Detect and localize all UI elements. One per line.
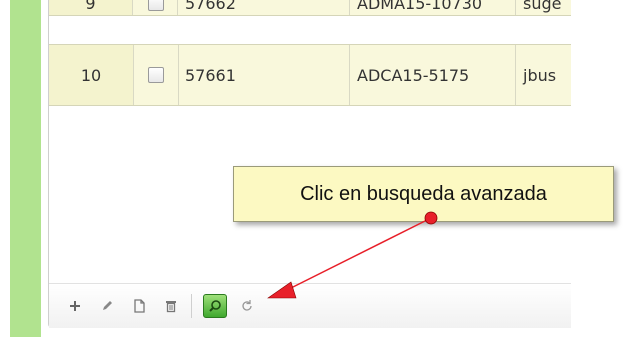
cell-code: ADMA15-10730 (351, 0, 516, 15)
delete-button[interactable] (161, 296, 181, 316)
trash-icon (166, 301, 176, 313)
cell-id: 57661 (179, 45, 350, 105)
cell-user: suge (523, 0, 562, 13)
cell-id: 57662 (179, 0, 350, 15)
annotation-callout: Clic en busqueda avanzada (233, 166, 614, 222)
row-checkbox-cell (134, 45, 179, 105)
plus-icon (70, 301, 80, 311)
row-checkbox-cell (134, 0, 178, 15)
refresh-button[interactable] (237, 296, 257, 316)
row-number: 9 (49, 0, 133, 15)
table-row[interactable]: 10 57661 ADCA15-5175 jbus (49, 44, 571, 106)
row-number: 10 (49, 45, 134, 105)
toolbar-separator (191, 294, 192, 318)
advanced-search-button[interactable] (203, 294, 227, 318)
table-row[interactable]: 9 57662 ADMA15-10730 suge (49, 0, 571, 16)
view-button[interactable] (129, 296, 149, 316)
row-checkbox[interactable] (148, 67, 164, 83)
pencil-icon (103, 301, 112, 310)
cell-user: jbus (523, 65, 557, 85)
add-button[interactable] (65, 296, 85, 316)
side-accent-bar (10, 0, 41, 337)
callout-text: Clic en busqueda avanzada (300, 182, 547, 205)
grid-body: 9 57662 ADMA15-10730 suge 10 57661 ADCA1… (48, 0, 571, 328)
edit-button[interactable] (97, 296, 117, 316)
grid-toolbar (49, 283, 571, 328)
search-icon (209, 300, 221, 312)
document-icon (134, 299, 145, 313)
row-checkbox[interactable] (147, 0, 164, 11)
refresh-icon (242, 300, 252, 311)
cell-code: ADCA15-5175 (351, 45, 516, 105)
